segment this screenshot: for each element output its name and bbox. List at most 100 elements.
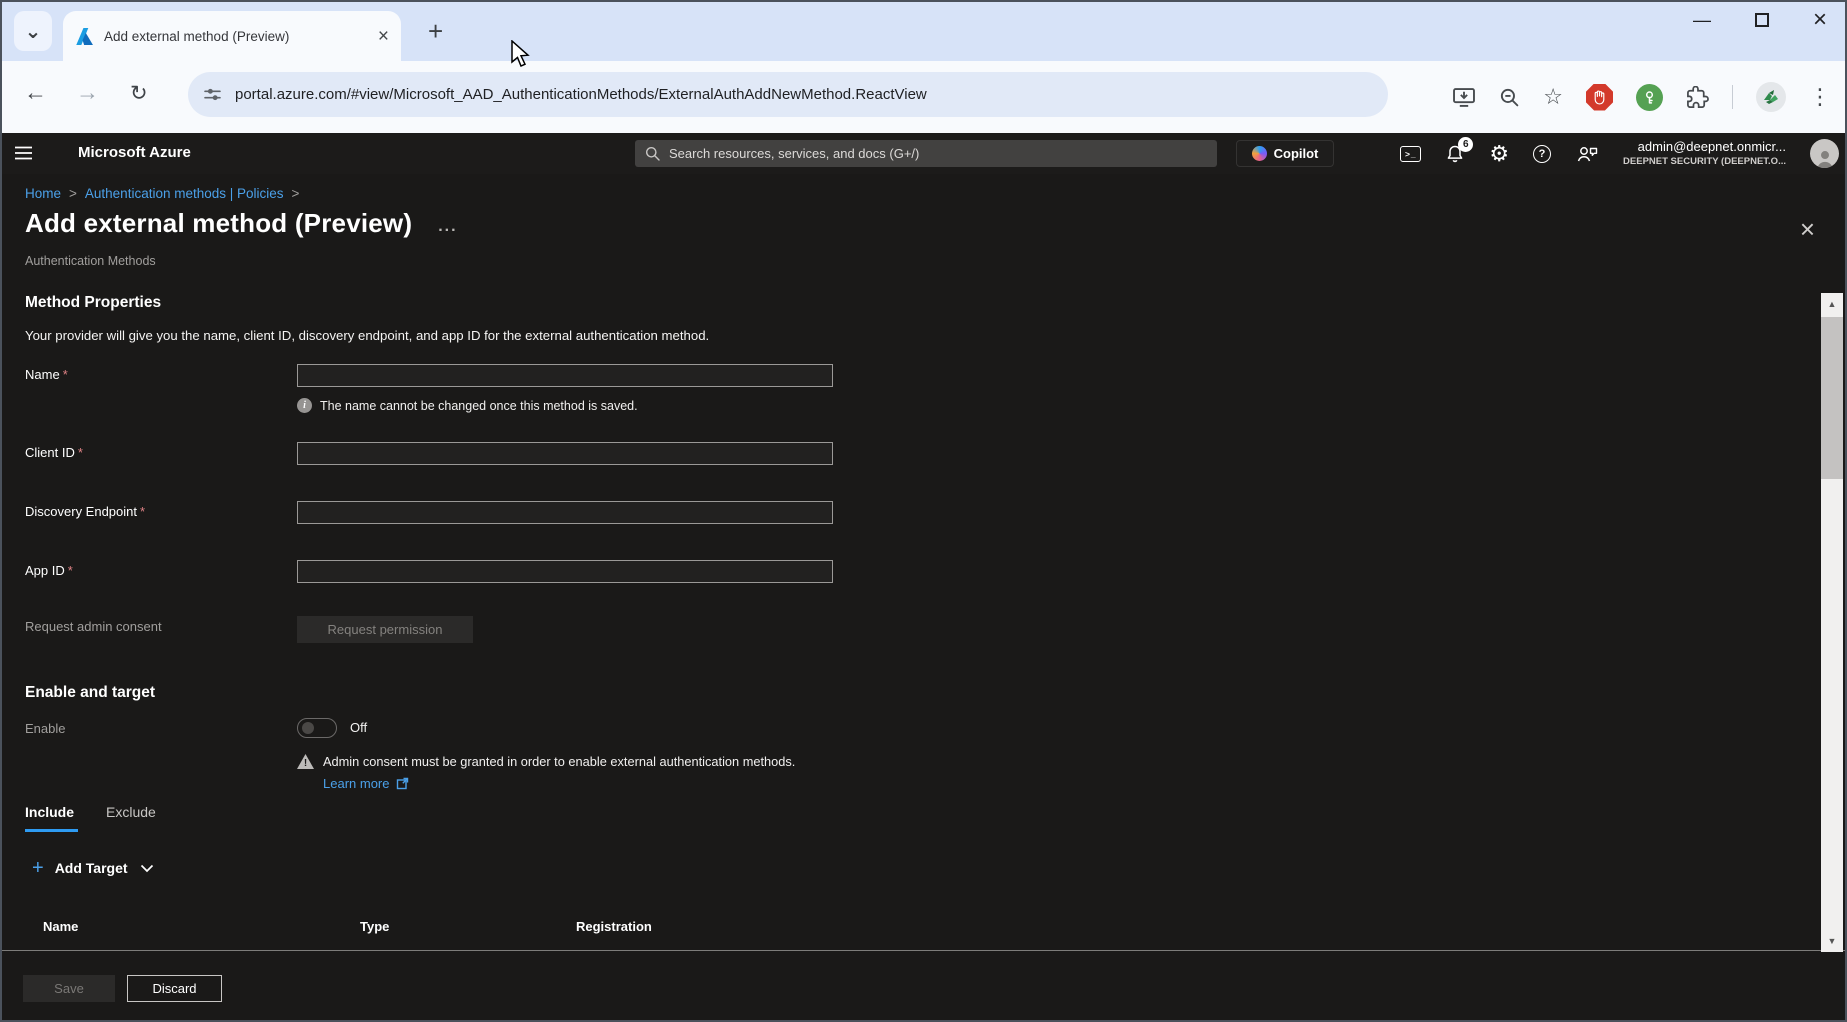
scroll-down-button[interactable]: ▼ xyxy=(1821,930,1843,952)
breadcrumb: Home > Authentication methods | Policies… xyxy=(25,186,299,201)
client-id-field-label: Client ID* xyxy=(25,442,297,465)
name-input[interactable] xyxy=(297,364,833,387)
required-marker: * xyxy=(140,504,145,519)
target-table-header: Name Type Registration xyxy=(25,919,652,934)
global-search-input[interactable]: Search resources, services, and docs (G+… xyxy=(635,140,1217,167)
more-commands-button[interactable]: ... xyxy=(438,218,457,236)
window-maximize-button[interactable] xyxy=(1755,13,1769,27)
url-text[interactable]: portal.azure.com/#view/Microsoft_AAD_Aut… xyxy=(235,86,927,103)
browser-tab[interactable]: Add external method (Preview) × xyxy=(63,11,401,61)
tab-search-button[interactable]: ⌄ xyxy=(14,11,52,51)
adblock-extension-icon[interactable] xyxy=(1586,84,1613,111)
add-external-method-panel: Home > Authentication methods | Policies… xyxy=(2,174,1845,1020)
copilot-icon xyxy=(1252,146,1267,161)
vertical-scrollbar[interactable]: ▲ ▼ xyxy=(1821,293,1843,952)
discovery-endpoint-input[interactable] xyxy=(297,501,833,524)
breadcrumb-separator: > xyxy=(69,186,77,201)
notifications-bell-icon[interactable]: 6 xyxy=(1445,144,1465,164)
required-marker: * xyxy=(78,445,83,460)
user-avatar[interactable] xyxy=(1810,139,1839,168)
close-panel-icon[interactable]: × xyxy=(1800,216,1815,242)
method-properties-heading: Method Properties xyxy=(25,294,161,312)
site-settings-icon[interactable] xyxy=(204,86,221,103)
required-marker: * xyxy=(63,367,68,382)
breadcrumb-home-link[interactable]: Home xyxy=(25,186,61,201)
extensions-puzzle-icon[interactable] xyxy=(1686,86,1709,109)
column-header-name: Name xyxy=(43,919,360,934)
column-header-type: Type xyxy=(360,919,576,934)
azure-top-bar: Microsoft Azure Search resources, servic… xyxy=(0,133,1847,174)
enable-toggle[interactable] xyxy=(297,718,337,738)
forward-button[interactable]: → xyxy=(76,79,99,106)
add-target-button[interactable]: + Add Target xyxy=(32,858,154,878)
learn-more-link[interactable]: Learn more xyxy=(323,776,389,791)
search-placeholder: Search resources, services, and docs (G+… xyxy=(669,146,919,161)
info-icon: i xyxy=(297,398,312,413)
plus-icon: + xyxy=(32,858,44,878)
method-properties-description: Your provider will give you the name, cl… xyxy=(25,328,709,343)
request-permission-button[interactable]: Request permission xyxy=(297,616,473,643)
footer-command-bar: Save Discard xyxy=(2,951,1845,1020)
window-minimize-button[interactable]: — xyxy=(1693,10,1711,31)
mouse-cursor xyxy=(510,40,534,73)
discovery-endpoint-field-label: Discovery Endpoint* xyxy=(25,501,297,524)
window-close-button[interactable]: × xyxy=(1813,8,1827,32)
warning-icon: ! xyxy=(297,754,314,769)
account-tenant: DEEPNET SECURITY (DEEPNET.O... xyxy=(1623,156,1786,168)
settings-gear-icon[interactable]: ⚙ xyxy=(1489,143,1509,165)
name-note: The name cannot be changed once this met… xyxy=(320,399,638,413)
password-manager-extension-icon[interactable] xyxy=(1636,84,1663,111)
scroll-up-button[interactable]: ▲ xyxy=(1821,293,1843,315)
app-id-field-label: App ID* xyxy=(25,560,297,583)
new-tab-button[interactable]: + xyxy=(428,16,443,47)
toggle-state-text: Off xyxy=(350,718,367,738)
tab-title: Add external method (Preview) xyxy=(104,29,372,44)
page-subtitle: Authentication Methods xyxy=(25,254,156,268)
bookmark-star-icon[interactable]: ☆ xyxy=(1543,86,1563,108)
search-icon xyxy=(645,146,660,161)
save-button[interactable]: Save xyxy=(23,975,115,1002)
zoom-out-icon[interactable] xyxy=(1499,87,1520,108)
help-icon[interactable]: ? xyxy=(1533,145,1551,163)
column-header-registration: Registration xyxy=(576,919,652,934)
enable-and-target-heading: Enable and target xyxy=(25,684,155,702)
browser-toolbar: ← → ↻ portal.azure.com/#view/Microsoft_A… xyxy=(0,61,1847,133)
portal-menu-icon[interactable] xyxy=(14,146,33,165)
name-field-label: Name* xyxy=(25,364,297,387)
chevron-down-icon: ⌄ xyxy=(25,19,42,44)
notification-count-badge: 6 xyxy=(1458,137,1473,152)
page-title: Add external method (Preview) xyxy=(25,208,412,239)
back-button[interactable]: ← xyxy=(24,79,47,106)
breadcrumb-auth-methods-link[interactable]: Authentication methods | Policies xyxy=(85,186,284,201)
copilot-button[interactable]: Copilot xyxy=(1236,140,1334,167)
browser-tab-strip: ⌄ Add external method (Preview) × + — × xyxy=(0,0,1847,61)
admin-consent-warning: Admin consent must be granted in order t… xyxy=(323,754,795,769)
chevron-down-icon xyxy=(140,864,154,873)
address-bar[interactable]: portal.azure.com/#view/Microsoft_AAD_Aut… xyxy=(188,72,1388,117)
external-link-icon xyxy=(396,777,409,790)
discard-button[interactable]: Discard xyxy=(127,975,222,1002)
tab-include[interactable]: Include xyxy=(25,804,74,829)
azure-favicon xyxy=(75,27,94,46)
request-admin-consent-label: Request admin consent xyxy=(25,616,297,643)
account-email: admin@deepnet.onmicr... xyxy=(1623,139,1786,155)
tab-exclude[interactable]: Exclude xyxy=(106,804,156,829)
required-marker: * xyxy=(68,563,73,578)
install-app-icon[interactable] xyxy=(1452,87,1476,108)
breadcrumb-separator: > xyxy=(292,186,300,201)
azure-brand[interactable]: Microsoft Azure xyxy=(78,144,191,161)
include-exclude-tabs: Include Exclude xyxy=(25,804,156,829)
account-info[interactable]: admin@deepnet.onmicr... DEEPNET SECURITY… xyxy=(1623,139,1786,167)
browser-profile-avatar[interactable] xyxy=(1756,82,1786,112)
tab-close-icon[interactable]: × xyxy=(378,27,389,46)
feedback-icon[interactable] xyxy=(1575,144,1599,164)
enable-label: Enable xyxy=(25,718,297,738)
reload-button[interactable]: ↻ xyxy=(130,81,148,106)
browser-menu-icon[interactable]: ⋮ xyxy=(1809,86,1831,108)
cloud-shell-icon[interactable]: >_ xyxy=(1400,146,1421,162)
toolbar-divider xyxy=(1732,85,1733,109)
client-id-input[interactable] xyxy=(297,442,833,465)
scrollbar-thumb[interactable] xyxy=(1821,317,1843,479)
app-id-input[interactable] xyxy=(297,560,833,583)
toggle-knob xyxy=(302,722,314,734)
